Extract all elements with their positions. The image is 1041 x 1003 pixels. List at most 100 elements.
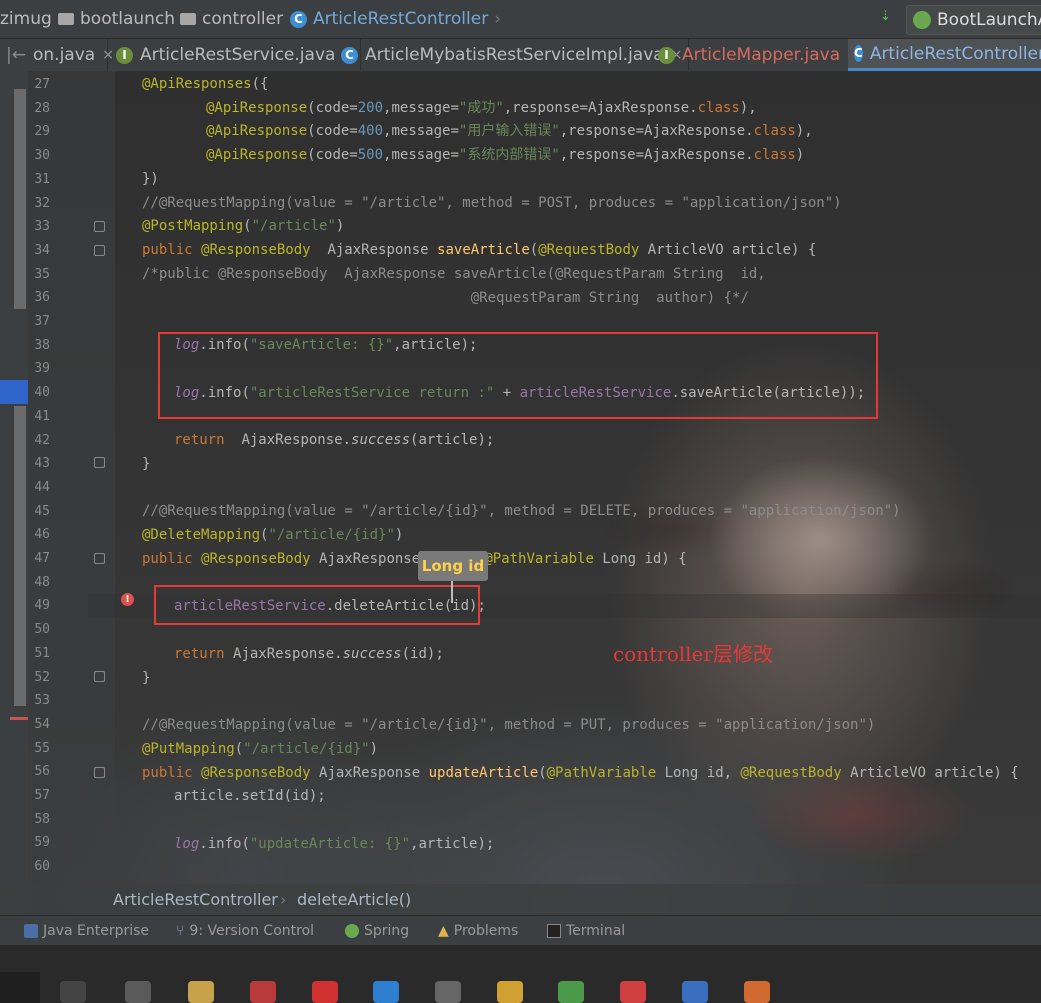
- line-number[interactable]: 53: [30, 693, 50, 708]
- folder-icon[interactable]: [188, 981, 214, 1003]
- code-line-33[interactable]: @PostMapping("/article"): [142, 215, 344, 238]
- taskbar-app-icon[interactable]: [682, 981, 708, 1003]
- line-number[interactable]: 36: [30, 290, 50, 305]
- line-number[interactable]: 33: [30, 219, 50, 234]
- fold-marker-icon[interactable]: [94, 553, 105, 564]
- line-number[interactable]: 59: [30, 835, 50, 850]
- line-number[interactable]: 46: [30, 527, 50, 542]
- code-line-32[interactable]: //@RequestMapping(value = "/article", me…: [142, 192, 842, 215]
- line-number[interactable]: 28: [30, 101, 50, 116]
- code-line-28[interactable]: @ApiResponse(code=200,message="成功",respo…: [206, 97, 757, 120]
- vcs-update-icon[interactable]: ⇣: [880, 9, 891, 24]
- taskbar-app-icon[interactable]: [435, 981, 461, 1003]
- code-line-35[interactable]: /*public @ResponseBody AjaxResponse save…: [142, 263, 766, 286]
- fold-marker-icon[interactable]: [94, 671, 105, 682]
- fold-marker-icon[interactable]: [94, 245, 105, 256]
- browser-icon[interactable]: [373, 981, 399, 1003]
- tool-spring[interactable]: Spring: [345, 923, 409, 939]
- tab-article-rest-controller[interactable]: C ArticleRestController.j: [848, 39, 1041, 71]
- scroll-left-icon[interactable]: |←: [6, 45, 26, 65]
- line-number[interactable]: 55: [30, 741, 50, 756]
- fold-marker-icon[interactable]: [94, 457, 105, 468]
- error-bulb-icon[interactable]: !: [121, 593, 134, 606]
- tool-problems[interactable]: ▲ Problems: [438, 923, 518, 939]
- tab-label: ArticleMapper.java: [682, 45, 841, 65]
- project-selected-item[interactable]: [0, 380, 28, 404]
- tool-terminal[interactable]: Terminal: [547, 923, 625, 939]
- line-number[interactable]: 34: [30, 243, 50, 258]
- code-line-46[interactable]: @DeleteMapping("/article/{id}"): [142, 524, 403, 547]
- line-number[interactable]: 56: [30, 764, 50, 779]
- taskbar-app-icon[interactable]: [125, 981, 151, 1003]
- code-line-52[interactable]: }: [142, 667, 150, 690]
- run-configuration-selector[interactable]: BootLaunchAp: [906, 5, 1041, 35]
- line-number[interactable]: 43: [30, 456, 50, 471]
- code-line-34[interactable]: public @ResponseBody AjaxResponse saveAr…: [142, 239, 816, 262]
- line-number[interactable]: 29: [30, 124, 50, 139]
- code-line-45[interactable]: //@RequestMapping(value = "/article/{id}…: [142, 500, 901, 523]
- line-number[interactable]: 50: [30, 622, 50, 637]
- tab-article-mapper[interactable]: I ArticleMapper.java ×: [652, 39, 866, 71]
- line-number[interactable]: 31: [30, 172, 50, 187]
- taskbar-app-icon[interactable]: [312, 981, 338, 1003]
- line-number[interactable]: 30: [30, 148, 50, 163]
- line-number[interactable]: 38: [30, 338, 50, 353]
- line-number[interactable]: 54: [30, 717, 50, 732]
- start-button[interactable]: [0, 972, 40, 1003]
- fold-marker-icon[interactable]: [94, 221, 105, 232]
- taskbar-app-icon[interactable]: [620, 981, 646, 1003]
- line-number[interactable]: 41: [30, 409, 50, 424]
- breadcrumb-item-bootlaunch[interactable]: bootlaunch ›: [58, 9, 188, 29]
- tool-label: Problems: [453, 923, 519, 939]
- line-number[interactable]: 49: [30, 598, 50, 613]
- code-line-36[interactable]: @RequestParam String author) {*/: [142, 287, 749, 310]
- tab-article-mybatis-rest-service-impl[interactable]: C ArticleMybatisRestServiceImpl.java ×: [335, 39, 690, 71]
- line-number[interactable]: 44: [30, 480, 50, 495]
- code-line-47[interactable]: public @ResponseBody AjaxResponse cle(@P…: [142, 548, 687, 571]
- breadcrumb-item-class[interactable]: C ArticleRestController ›: [290, 9, 501, 29]
- line-number[interactable]: 60: [30, 859, 50, 874]
- breadcrumb-label: controller: [202, 9, 284, 29]
- line-number[interactable]: 51: [30, 646, 50, 661]
- line-number[interactable]: 35: [30, 267, 50, 282]
- line-number[interactable]: 52: [30, 670, 50, 685]
- taskbar-app-icon[interactable]: [558, 981, 584, 1003]
- code-line-56[interactable]: public @ResponseBody AjaxResponse update…: [142, 762, 1019, 785]
- spring-icon: [345, 924, 359, 938]
- line-number[interactable]: 40: [30, 385, 50, 400]
- line-number[interactable]: 39: [30, 361, 50, 376]
- line-number[interactable]: 48: [30, 575, 50, 590]
- tab-on-java[interactable]: |← on.java ×: [0, 39, 114, 71]
- breadcrumb-item-zimug[interactable]: zimug ›: [0, 9, 65, 29]
- line-number[interactable]: 45: [30, 504, 50, 519]
- code-line-59[interactable]: log.info("updateArticle: {}",article);: [174, 833, 494, 856]
- code-line-42[interactable]: return AjaxResponse.success(article);: [174, 429, 494, 452]
- line-number[interactable]: 27: [30, 77, 50, 92]
- code-line-51[interactable]: return AjaxResponse.success(id);: [174, 643, 444, 666]
- taskbar-app-icon[interactable]: [497, 981, 523, 1003]
- line-number[interactable]: 58: [30, 812, 50, 827]
- taskbar-app-icon[interactable]: [250, 981, 276, 1003]
- code-line-30[interactable]: @ApiResponse(code=500,message="系统内部错误",r…: [206, 144, 804, 167]
- line-number[interactable]: 37: [30, 314, 50, 329]
- line-number[interactable]: 32: [30, 196, 50, 211]
- breadcrumb-class[interactable]: ArticleRestController: [113, 890, 278, 909]
- tab-article-rest-service[interactable]: I ArticleRestService.java ×: [110, 39, 362, 71]
- line-number[interactable]: 42: [30, 433, 50, 448]
- code-line-43[interactable]: }: [142, 453, 150, 476]
- taskbar-app-icon[interactable]: [60, 981, 86, 1003]
- code-line-27[interactable]: @ApiResponses({: [142, 73, 268, 96]
- code-line-31[interactable]: }): [142, 168, 159, 191]
- code-line-57[interactable]: article.setId(id);: [174, 785, 326, 808]
- tool-version-control[interactable]: ⑂ 9: Version Control: [176, 923, 314, 939]
- breadcrumb-item-controller[interactable]: controller ›: [180, 9, 296, 29]
- tool-java-enterprise[interactable]: Java Enterprise: [24, 923, 149, 939]
- breadcrumb-method[interactable]: deleteArticle(): [297, 890, 411, 909]
- taskbar-app-icon[interactable]: [744, 981, 770, 1003]
- line-number[interactable]: 57: [30, 788, 50, 803]
- code-line-54[interactable]: //@RequestMapping(value = "/article/{id}…: [142, 714, 875, 737]
- code-line-55[interactable]: @PutMapping("/article/{id}"): [142, 738, 378, 761]
- code-line-29[interactable]: @ApiResponse(code=400,message="用户输入错误",r…: [206, 120, 813, 143]
- line-number[interactable]: 47: [30, 551, 50, 566]
- fold-marker-icon[interactable]: [94, 767, 105, 778]
